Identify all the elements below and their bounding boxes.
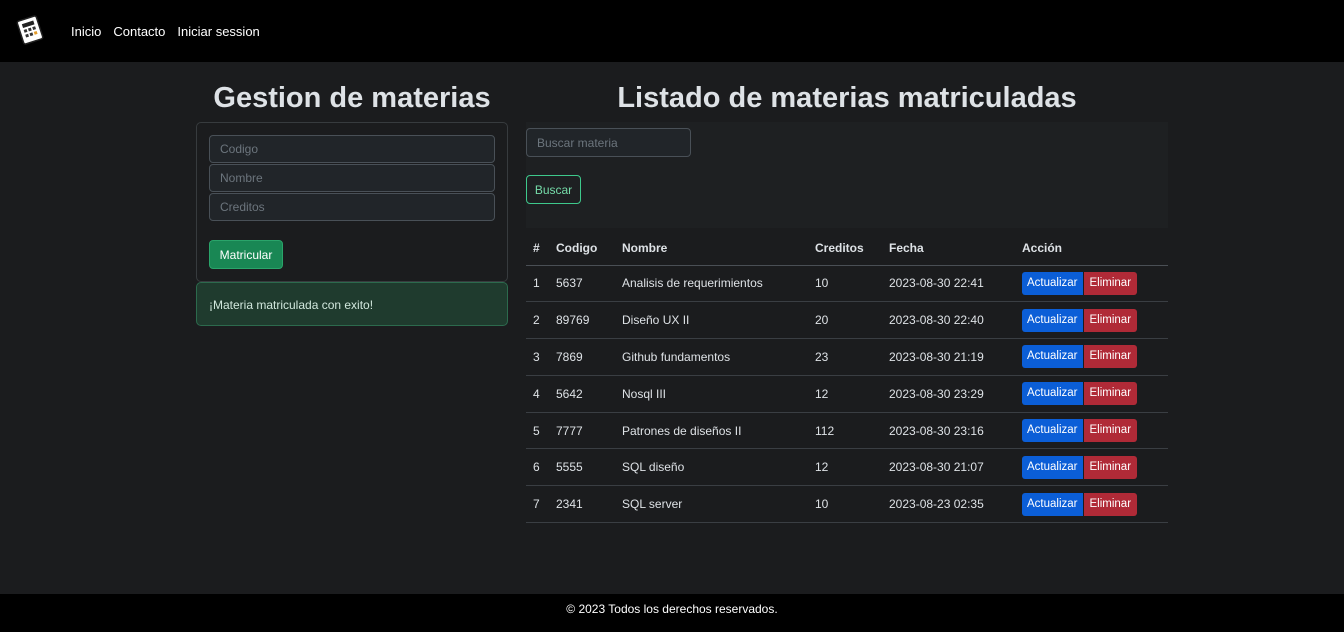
row-actions: Actualizar Eliminar bbox=[1015, 375, 1168, 413]
row-nombre: Analisis de requerimientos bbox=[615, 265, 808, 303]
row-num: 2 bbox=[526, 301, 549, 340]
gestion-title: Gestion de materias bbox=[213, 82, 491, 114]
row-fecha: 2023-08-30 22:41 bbox=[882, 265, 1015, 303]
row-codigo: 7777 bbox=[549, 412, 615, 450]
table-row: 1 5637 Analisis de requerimientos 10 202… bbox=[526, 265, 1168, 303]
row-codigo: 5642 bbox=[549, 375, 615, 413]
row-fecha: 2023-08-30 21:07 bbox=[882, 448, 1015, 487]
update-button[interactable]: Actualizar bbox=[1022, 419, 1083, 443]
row-nombre: Github fundamentos bbox=[615, 338, 808, 376]
row-nombre: Diseño UX II bbox=[615, 301, 808, 340]
row-actions: Actualizar Eliminar bbox=[1015, 265, 1168, 303]
update-button[interactable]: Actualizar bbox=[1022, 382, 1083, 406]
delete-button[interactable]: Eliminar bbox=[1083, 345, 1138, 369]
header-creditos: Creditos bbox=[808, 232, 882, 266]
table-row: 2 89769 Diseño UX II 20 2023-08-30 22:40… bbox=[526, 301, 1168, 340]
calculator-note-icon[interactable] bbox=[14, 15, 46, 45]
row-nombre: SQL server bbox=[615, 485, 808, 524]
row-codigo: 89769 bbox=[549, 301, 615, 340]
delete-button[interactable]: Eliminar bbox=[1083, 455, 1138, 479]
row-fecha: 2023-08-30 22:40 bbox=[882, 301, 1015, 340]
update-button[interactable]: Actualizar bbox=[1022, 308, 1083, 332]
materias-table: # Codigo Nombre Creditos Fecha Acción 1 … bbox=[526, 232, 1168, 524]
row-fecha: 2023-08-30 21:19 bbox=[882, 338, 1015, 376]
row-nombre: SQL diseño bbox=[615, 448, 808, 487]
row-codigo: 5555 bbox=[549, 448, 615, 487]
search-button[interactable]: Buscar bbox=[526, 175, 581, 204]
delete-button[interactable]: Eliminar bbox=[1083, 419, 1138, 443]
update-button[interactable]: Actualizar bbox=[1022, 455, 1083, 479]
creditos-input[interactable] bbox=[209, 193, 495, 221]
row-fecha: 2023-08-23 02:35 bbox=[882, 485, 1015, 524]
delete-button[interactable]: Eliminar bbox=[1083, 492, 1138, 516]
table-row: 4 5642 Nosql III 12 2023-08-30 23:29 Act… bbox=[526, 375, 1168, 413]
matricular-button[interactable]: Matricular bbox=[209, 240, 283, 269]
row-actions: Actualizar Eliminar bbox=[1015, 485, 1168, 524]
update-button[interactable]: Actualizar bbox=[1022, 271, 1083, 295]
row-creditos: 23 bbox=[808, 338, 882, 376]
header-accion: Acción bbox=[1015, 232, 1168, 266]
update-button[interactable]: Actualizar bbox=[1022, 492, 1083, 516]
row-num: 5 bbox=[526, 412, 549, 450]
row-actions: Actualizar Eliminar bbox=[1015, 338, 1168, 376]
nav-link-inicio[interactable]: Inicio bbox=[71, 24, 101, 39]
table-row: 6 5555 SQL diseño 12 2023-08-30 21:07 Ac… bbox=[526, 448, 1168, 487]
delete-button[interactable]: Eliminar bbox=[1083, 308, 1138, 332]
row-actions: Actualizar Eliminar bbox=[1015, 448, 1168, 487]
row-fecha: 2023-08-30 23:16 bbox=[882, 412, 1015, 450]
row-num: 3 bbox=[526, 338, 549, 376]
header-nombre: Nombre bbox=[615, 232, 808, 266]
row-actions: Actualizar Eliminar bbox=[1015, 301, 1168, 340]
codigo-input[interactable] bbox=[209, 135, 495, 163]
header-fecha: Fecha bbox=[882, 232, 1015, 266]
search-input[interactable] bbox=[526, 128, 691, 157]
row-creditos: 20 bbox=[808, 301, 882, 340]
table-row: 5 7777 Patrones de diseños II 112 2023-0… bbox=[526, 412, 1168, 450]
row-nombre: Nosql III bbox=[615, 375, 808, 413]
header-codigo: Codigo bbox=[549, 232, 615, 266]
row-creditos: 112 bbox=[808, 412, 882, 450]
success-alert: ¡Materia matriculada con exito! bbox=[196, 282, 508, 326]
row-num: 1 bbox=[526, 265, 549, 303]
row-num: 4 bbox=[526, 375, 549, 413]
navbar: Inicio Contacto Iniciar session bbox=[0, 0, 1344, 62]
nav-link-contacto[interactable]: Contacto bbox=[113, 24, 165, 39]
delete-button[interactable]: Eliminar bbox=[1083, 382, 1138, 406]
table-header-row: # Codigo Nombre Creditos Fecha Acción bbox=[526, 232, 1168, 266]
row-fecha: 2023-08-30 23:29 bbox=[882, 375, 1015, 413]
row-creditos: 10 bbox=[808, 485, 882, 524]
table-row: 7 2341 SQL server 10 2023-08-23 02:35 Ac… bbox=[526, 485, 1168, 524]
row-creditos: 12 bbox=[808, 448, 882, 487]
listado-title: Listado de materias matriculadas bbox=[617, 82, 1077, 114]
table-row: 3 7869 Github fundamentos 23 2023-08-30 … bbox=[526, 338, 1168, 376]
row-num: 7 bbox=[526, 485, 549, 524]
row-codigo: 5637 bbox=[549, 265, 615, 303]
header-num: # bbox=[526, 232, 549, 266]
footer: © 2023 Todos los derechos reservados. bbox=[0, 594, 1344, 632]
delete-button[interactable]: Eliminar bbox=[1083, 271, 1138, 295]
row-num: 6 bbox=[526, 448, 549, 487]
row-codigo: 7869 bbox=[549, 338, 615, 376]
row-codigo: 2341 bbox=[549, 485, 615, 524]
nav-links: Inicio Contacto Iniciar session bbox=[71, 0, 272, 62]
search-panel: Buscar bbox=[526, 122, 1168, 228]
update-button[interactable]: Actualizar bbox=[1022, 345, 1083, 369]
nav-link-iniciar-session[interactable]: Iniciar session bbox=[177, 24, 259, 39]
row-nombre: Patrones de diseños II bbox=[615, 412, 808, 450]
row-actions: Actualizar Eliminar bbox=[1015, 412, 1168, 450]
row-creditos: 10 bbox=[808, 265, 882, 303]
row-creditos: 12 bbox=[808, 375, 882, 413]
enroll-form: Matricular bbox=[196, 122, 508, 282]
nombre-input[interactable] bbox=[209, 164, 495, 192]
